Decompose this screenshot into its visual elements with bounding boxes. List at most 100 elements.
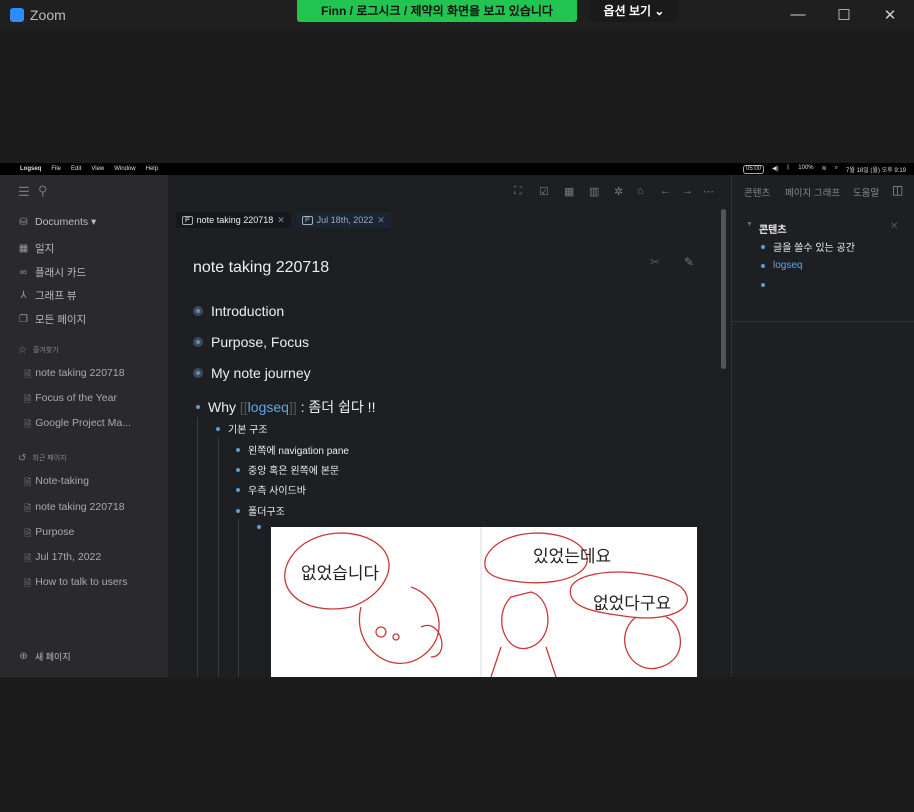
task-icon[interactable]: ☑ [539, 185, 549, 198]
bluetooth-icon[interactable]: ᛒ [787, 165, 791, 174]
menu-logseq[interactable]: Logseq [20, 166, 41, 172]
page-title[interactable]: note taking 220718 [193, 259, 329, 277]
page-icon: 🗎 [24, 503, 32, 513]
new-page-button[interactable]: ⊕ 새 페이지 [18, 650, 70, 663]
nav-graph-view[interactable]: ⅄ 그래프 뷰 [18, 288, 76, 303]
favorite-item[interactable]: 🗎 Google Project Ma... [24, 417, 131, 433]
page-icon: 🗎 [24, 394, 32, 404]
page-icon: 🗎 [24, 553, 32, 563]
contents-empty-item[interactable] [761, 283, 765, 287]
search-icon[interactable]: ⌕ [835, 165, 838, 174]
recent-item[interactable]: 🗎 note taking 220718 [24, 501, 125, 517]
menu-edit[interactable]: Edit [71, 166, 81, 172]
menu-help[interactable]: Help [146, 166, 158, 172]
close-tab-icon[interactable]: ✕ [377, 215, 385, 226]
block-introduction[interactable]: Introduction [193, 303, 284, 319]
contents-item[interactable]: logseq [761, 260, 802, 271]
minimize-button[interactable]: — [788, 6, 808, 23]
nav-all-pages[interactable]: ❐ 모든 페이지 [18, 312, 86, 327]
tab-page-graph[interactable]: 페이지 그래프 [785, 185, 840, 199]
pin-off-icon[interactable]: ✂ [650, 255, 660, 269]
menu-view[interactable]: View [91, 166, 104, 172]
bullet[interactable] [761, 244, 765, 249]
block-image[interactable] [257, 525, 261, 529]
divider [732, 321, 914, 322]
pin-icon[interactable]: ✎ [684, 255, 694, 269]
contents-header[interactable]: ▼ 콘텐츠 [746, 221, 787, 236]
page-icon: 🗎 [24, 369, 32, 379]
favorite-item[interactable]: 🗎 note taking 220718 [24, 367, 125, 383]
bullet[interactable] [761, 283, 765, 287]
bullet[interactable] [257, 525, 261, 529]
bullet[interactable] [236, 487, 240, 492]
bullet[interactable] [216, 426, 220, 431]
collapsed-bullet[interactable] [193, 368, 203, 378]
menu-icon[interactable]: ☰ [18, 184, 30, 200]
menu-window[interactable]: Window [114, 166, 135, 172]
calendar-icon[interactable]: ▦ [564, 185, 574, 198]
tab-contents[interactable]: 콘텐츠 [744, 185, 770, 199]
nav-documents[interactable]: ⛁ Documents ▾ [18, 216, 96, 228]
main-content: ⛶ ☑ ▦ ▥ ✲ ⌂ ← → ⋯ Pnote taking 220718 ✕ P… [168, 175, 731, 677]
block-item[interactable]: 우측 사이드바 [236, 482, 306, 497]
nav-journals[interactable]: ▦ 일지 [18, 241, 55, 256]
bullet[interactable] [236, 447, 240, 452]
tab-jul-18[interactable]: P Jul 18th, 2022 ✕ [296, 212, 391, 228]
recent-item[interactable]: 🗎 Purpose [24, 526, 74, 542]
recent-header[interactable]: ↺ 최근 페이지 [18, 453, 67, 464]
caret-down-icon[interactable]: ▼ [746, 221, 753, 236]
more-icon[interactable]: ⋯ [703, 185, 714, 198]
page-icon: P [302, 215, 313, 225]
close-button[interactable]: ✕ [880, 6, 900, 24]
plugin-icon[interactable]: ✲ [614, 185, 623, 198]
scrollbar[interactable] [721, 209, 726, 369]
toggle-sidebar-icon[interactable]: ◫ [892, 183, 903, 197]
nav-flashcards[interactable]: ∞ 플래시 카드 [18, 265, 86, 280]
timer[interactable]: 05:00 [743, 164, 765, 174]
block-why-logseq[interactable]: Why [[logseq]] : 좀더 쉽다 !! [196, 397, 375, 417]
favorites-header[interactable]: ☆ 즐겨찾기 [18, 345, 59, 356]
block-item[interactable]: 왼쪽에 navigation pane [236, 442, 349, 457]
forward-icon[interactable]: → [682, 185, 693, 197]
page-link[interactable]: logseq [248, 399, 289, 415]
block-structure[interactable]: 기본 구조 [216, 421, 268, 436]
zoom-logo-icon [10, 8, 24, 22]
block-journey[interactable]: My note journey [193, 365, 311, 381]
bullet[interactable] [196, 405, 200, 409]
volume-icon[interactable]: ◀) [772, 165, 779, 174]
book-icon[interactable]: ▥ [589, 185, 599, 198]
collapsed-bullet[interactable] [193, 306, 203, 316]
maximize-button[interactable]: ☐ [834, 6, 854, 24]
view-options-button[interactable]: 옵션 보기 ⌄ [590, 0, 678, 22]
bullet[interactable] [236, 508, 240, 513]
close-icon[interactable]: ✕ [890, 221, 898, 232]
tab-help[interactable]: 도움말 [853, 185, 879, 199]
bullet[interactable] [236, 467, 240, 472]
block-purpose[interactable]: Purpose, Focus [193, 334, 309, 350]
datetime[interactable]: 7월 18일 (월) 오후 9:19 [846, 165, 906, 174]
recent-item[interactable]: 🗎 How to talk to users [24, 576, 127, 592]
contents-item[interactable]: 글을 쓸수 있는 공간 [761, 239, 855, 254]
home-icon[interactable]: ⌂ [637, 185, 644, 197]
back-icon[interactable]: ← [660, 185, 671, 197]
battery-status[interactable]: 100% [798, 165, 813, 174]
page-icon: 🗎 [24, 578, 32, 588]
search-icon[interactable]: ⚲ [38, 183, 48, 199]
fullscreen-icon[interactable]: ⛶ [514, 185, 522, 198]
bullet[interactable] [761, 263, 765, 268]
sketch-image[interactable]: 없었습니다 있었는데요 없었다구요 [271, 527, 697, 677]
favorite-item[interactable]: 🗎 Focus of the Year [24, 392, 117, 408]
wifi-icon[interactable]: ≋ [822, 165, 827, 174]
block-item[interactable]: 폴더구조 [236, 503, 285, 518]
recent-item[interactable]: 🗎 Jul 17th, 2022 [24, 551, 101, 567]
collapsed-bullet[interactable] [193, 337, 203, 347]
star-icon: ☆ [18, 345, 27, 356]
sketch-text: 없었다구요 [593, 594, 672, 613]
calendar-icon: ▦ [18, 243, 29, 254]
close-tab-icon[interactable]: ✕ [277, 215, 285, 226]
recent-item[interactable]: 🗎 Note-taking [24, 475, 89, 491]
tab-note-taking[interactable]: Pnote taking 220718 ✕ [176, 212, 291, 228]
block-item[interactable]: 중앙 혹은 왼쪽에 본문 [236, 462, 339, 477]
menu-file[interactable]: File [51, 166, 61, 172]
mac-menubar: Logseq File Edit View Window Help 05:00 … [0, 163, 914, 175]
